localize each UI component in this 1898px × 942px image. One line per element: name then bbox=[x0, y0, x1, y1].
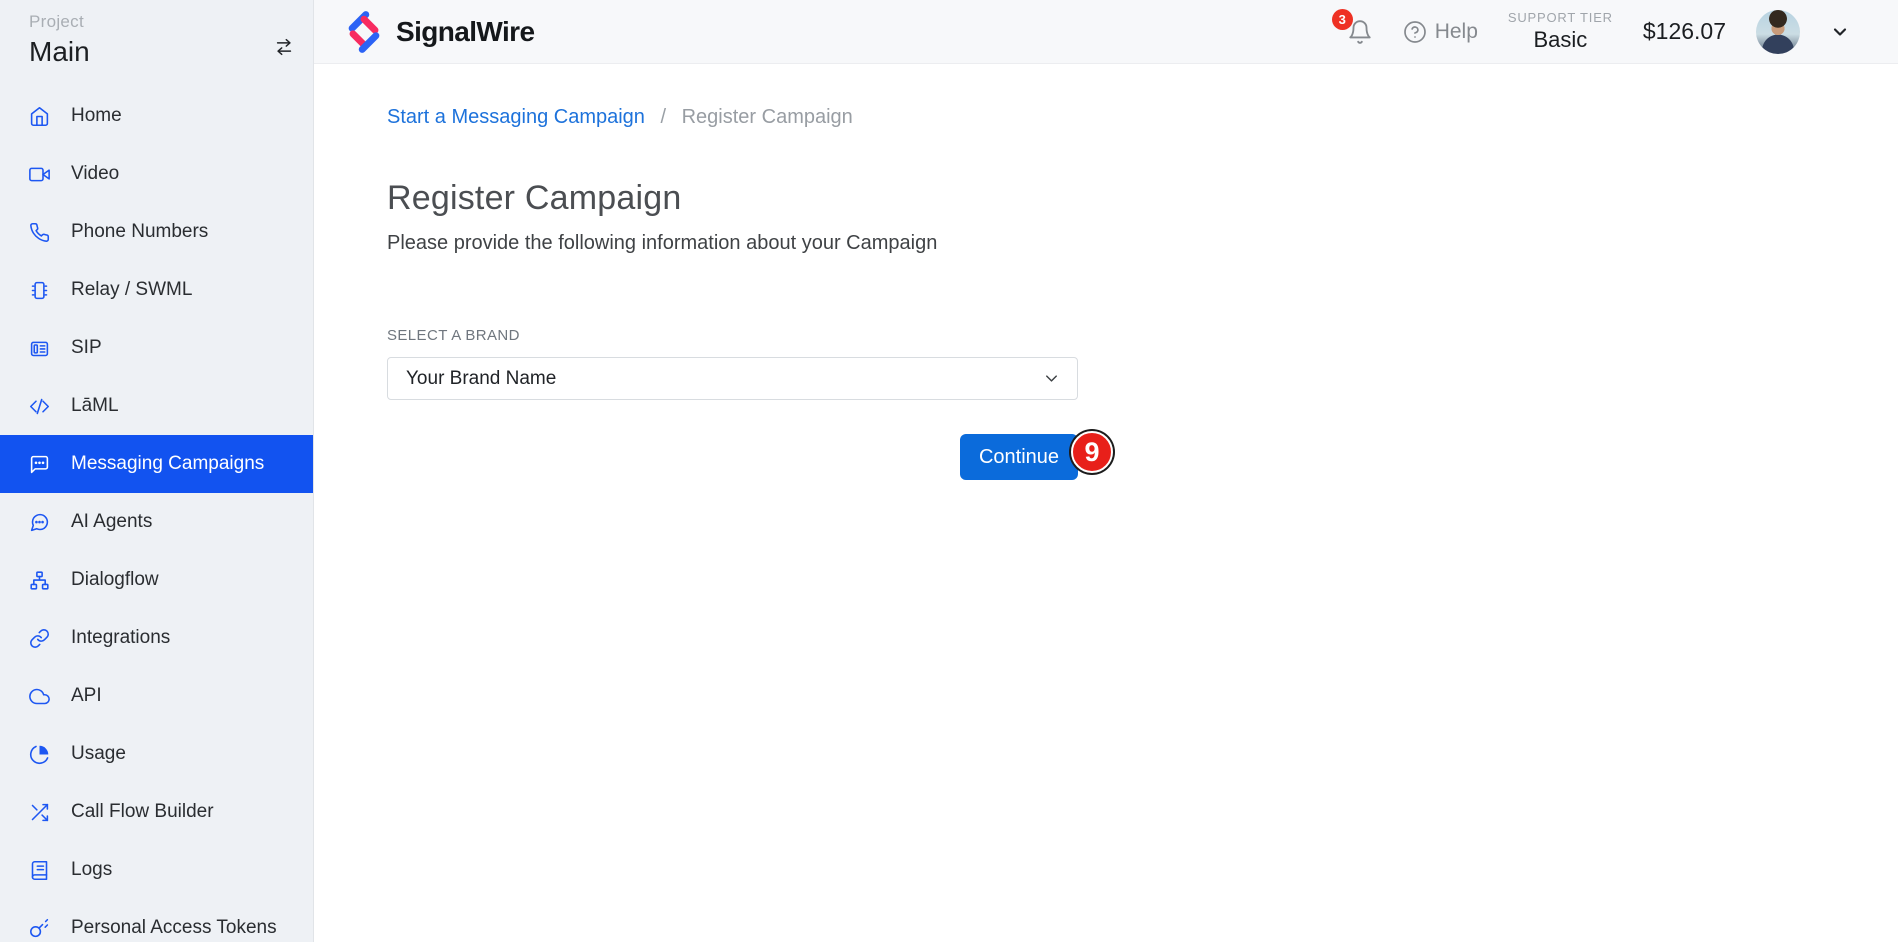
desk-phone-icon bbox=[29, 338, 50, 359]
support-tier-label: SUPPORT TIER bbox=[1508, 10, 1613, 26]
form-actions: Continue 9 bbox=[387, 434, 1078, 480]
sidebar-item-label: Integrations bbox=[71, 627, 170, 649]
support-tier-value: Basic bbox=[1508, 26, 1613, 54]
sidebar-item-label: SIP bbox=[71, 337, 102, 359]
cloud-icon bbox=[29, 686, 50, 707]
sidebar-item-usage[interactable]: Usage bbox=[0, 725, 313, 783]
sidebar-item-label: Personal Access Tokens bbox=[71, 917, 277, 939]
flow-chart-icon bbox=[29, 570, 50, 591]
notification-badge: 3 bbox=[1332, 9, 1353, 30]
sidebar-item-label: Phone Numbers bbox=[71, 221, 208, 243]
sidebar-item-label: Dialogflow bbox=[71, 569, 159, 591]
account-menu-button[interactable] bbox=[1830, 22, 1850, 42]
shuffle-icon bbox=[29, 802, 50, 823]
chat-bubble-icon bbox=[29, 512, 50, 533]
continue-button[interactable]: Continue 9 bbox=[960, 434, 1078, 480]
project-name: Main bbox=[29, 36, 295, 68]
notifications-button[interactable]: 3 bbox=[1347, 19, 1373, 45]
page-title: Register Campaign bbox=[387, 179, 1898, 218]
chip-icon bbox=[29, 280, 50, 301]
app-window: Project Main Home Video Phone Numbers bbox=[0, 0, 1898, 942]
signalwire-logo-icon bbox=[342, 10, 386, 54]
sidebar-item-label: Logs bbox=[71, 859, 112, 881]
sidebar-item-label: AI Agents bbox=[71, 511, 152, 533]
sidebar-item-video[interactable]: Video bbox=[0, 145, 313, 203]
home-icon bbox=[29, 106, 50, 127]
chevron-down-icon bbox=[1830, 22, 1850, 42]
brand-select-label: SELECT A BRAND bbox=[387, 327, 1898, 344]
brand-select-value: Your Brand Name bbox=[406, 368, 556, 390]
brand-wordmark: SignalWire bbox=[396, 16, 534, 48]
breadcrumb: Start a Messaging Campaign / Register Ca… bbox=[387, 106, 1898, 129]
sidebar-item-dialogflow[interactable]: Dialogflow bbox=[0, 551, 313, 609]
swap-arrows-icon bbox=[273, 36, 295, 58]
sidebar-item-messaging-campaigns[interactable]: Messaging Campaigns bbox=[0, 435, 313, 493]
chevron-down-icon bbox=[1042, 369, 1061, 388]
main-area: SignalWire 3 Help SUPPORT TIER Basic $12… bbox=[314, 0, 1898, 942]
brand-select[interactable]: Your Brand Name bbox=[387, 357, 1078, 400]
continue-button-label: Continue bbox=[979, 446, 1059, 468]
sidebar-item-integrations[interactable]: Integrations bbox=[0, 609, 313, 667]
sidebar-item-label: Call Flow Builder bbox=[71, 801, 214, 823]
sidebar-item-api[interactable]: API bbox=[0, 667, 313, 725]
sidebar-item-label: LāML bbox=[71, 395, 119, 417]
sidebar-item-label: Messaging Campaigns bbox=[71, 453, 264, 475]
sidebar-item-label: Video bbox=[71, 163, 119, 185]
sidebar-item-call-flow-builder[interactable]: Call Flow Builder bbox=[0, 783, 313, 841]
key-icon bbox=[29, 918, 50, 939]
breadcrumb-separator: / bbox=[660, 106, 666, 128]
project-label: Project bbox=[29, 12, 295, 32]
sidebar: Project Main Home Video Phone Numbers bbox=[0, 0, 314, 942]
sidebar-item-label: API bbox=[71, 685, 102, 707]
pie-chart-icon bbox=[29, 744, 50, 765]
page-content: Start a Messaging Campaign / Register Ca… bbox=[314, 64, 1898, 942]
sidebar-nav: Home Video Phone Numbers Relay / SWML SI… bbox=[0, 87, 313, 942]
link-icon bbox=[29, 628, 50, 649]
message-square-icon bbox=[29, 454, 50, 475]
code-icon bbox=[29, 396, 50, 417]
topbar: SignalWire 3 Help SUPPORT TIER Basic $12… bbox=[314, 0, 1898, 64]
help-button[interactable]: Help bbox=[1403, 20, 1478, 44]
sidebar-item-relay-swml[interactable]: Relay / SWML bbox=[0, 261, 313, 319]
sidebar-item-laml[interactable]: LāML bbox=[0, 377, 313, 435]
sidebar-item-label: Usage bbox=[71, 743, 126, 765]
project-switch-button[interactable] bbox=[273, 36, 295, 58]
help-label: Help bbox=[1435, 20, 1478, 44]
project-switcher: Project Main bbox=[0, 0, 313, 68]
sidebar-item-sip[interactable]: SIP bbox=[0, 319, 313, 377]
page-subtitle: Please provide the following information… bbox=[387, 232, 1898, 255]
annotation-marker-9: 9 bbox=[1071, 431, 1113, 473]
help-circle-icon bbox=[1403, 20, 1427, 44]
sidebar-item-personal-access-tokens[interactable]: Personal Access Tokens bbox=[0, 899, 313, 942]
phone-icon bbox=[29, 222, 50, 243]
sidebar-item-phone-numbers[interactable]: Phone Numbers bbox=[0, 203, 313, 261]
account-balance: $126.07 bbox=[1643, 18, 1726, 45]
sidebar-item-logs[interactable]: Logs bbox=[0, 841, 313, 899]
book-icon bbox=[29, 860, 50, 881]
signalwire-logo[interactable]: SignalWire bbox=[342, 10, 534, 54]
breadcrumb-current: Register Campaign bbox=[682, 106, 853, 128]
avatar[interactable] bbox=[1756, 10, 1800, 54]
sidebar-item-home[interactable]: Home bbox=[0, 87, 313, 145]
sidebar-item-ai-agents[interactable]: AI Agents bbox=[0, 493, 313, 551]
support-tier: SUPPORT TIER Basic bbox=[1508, 10, 1613, 54]
sidebar-item-label: Relay / SWML bbox=[71, 279, 192, 301]
sidebar-item-label: Home bbox=[71, 105, 122, 127]
breadcrumb-link-start-messaging-campaign[interactable]: Start a Messaging Campaign bbox=[387, 106, 645, 128]
video-camera-icon bbox=[29, 164, 50, 185]
